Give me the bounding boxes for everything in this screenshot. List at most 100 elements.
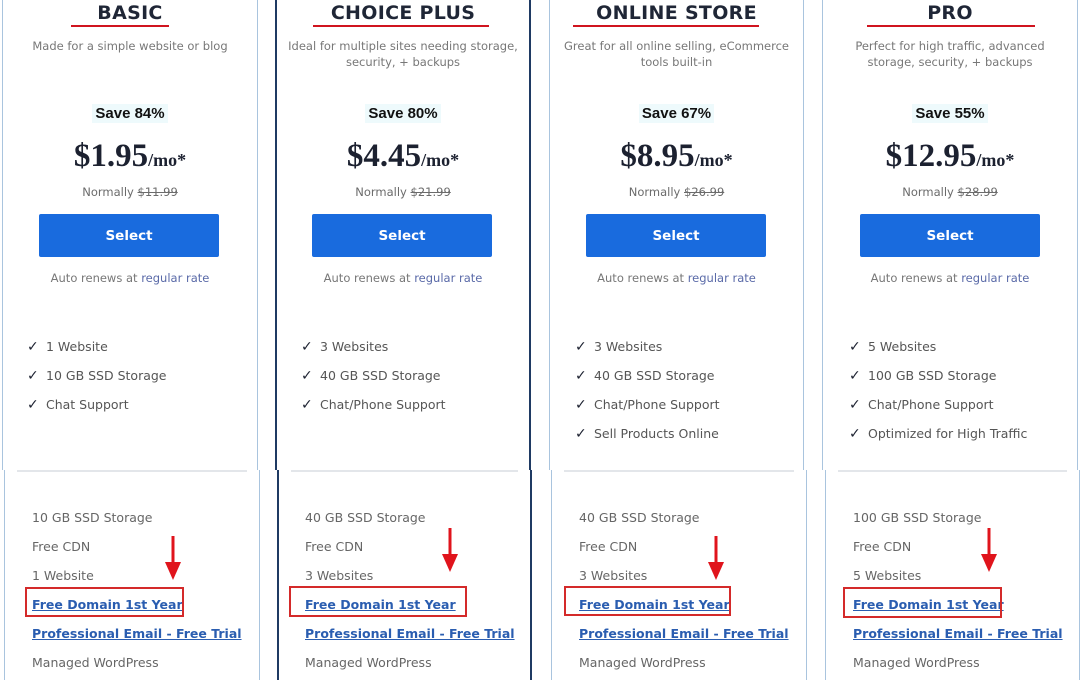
renew-note: Auto renews at regular rate: [597, 271, 756, 285]
detail-item: Free CDN: [32, 539, 91, 554]
regular-rate-link[interactable]: regular rate: [141, 271, 209, 285]
plan-name: CHOICE PLUS: [330, 2, 476, 24]
detail-item: 5 Websites: [853, 568, 922, 583]
plan-details-basic: 10 GB SSD Storage Free CDN 1 Website Fre…: [4, 470, 260, 680]
plan-name-underline: [573, 25, 759, 27]
normal-price: Normally $21.99: [355, 185, 451, 199]
highlight-box: [25, 587, 184, 617]
checkmark-icon: ✓: [27, 338, 39, 355]
plan-details-online-store: 40 GB SSD Storage Free CDN 3 Websites Fr…: [551, 470, 807, 680]
feature-item: ✓ Chat/Phone Support: [301, 396, 446, 413]
plan-name: ONLINE STORE: [596, 2, 757, 24]
regular-rate-link[interactable]: regular rate: [414, 271, 482, 285]
feature-item: ✓ 40 GB SSD Storage: [301, 367, 441, 384]
savings-badge: Save 80%: [277, 103, 529, 123]
checkmark-icon: ✓: [849, 367, 861, 384]
renew-note: Auto renews at regular rate: [50, 271, 210, 285]
feature-item: ✓ 3 Websites: [575, 338, 663, 355]
professional-email-link[interactable]: Professional Email - Free Trial: [305, 619, 515, 648]
feature-list: ✓ 3 Websites ✓ 40 GB SSD Storage ✓ Chat/Pho…: [575, 332, 720, 448]
select-pro-button[interactable]: Select: [860, 214, 1040, 257]
feature-item: ✓ 40 GB SSD Storage: [575, 367, 715, 384]
checkmark-icon: ✓: [575, 367, 587, 384]
detail-item: 100 GB SSD Storage: [853, 510, 982, 525]
detail-item: Managed WordPress: [32, 655, 159, 670]
plan-card-basic: BASIC Made for a simple website or blog …: [2, 0, 258, 470]
plan-name-underline: [71, 25, 169, 27]
plan-price: $1.95/mo*: [73, 138, 187, 174]
plan-description: Perfect for high traffic, advanced stora…: [855, 39, 1045, 69]
regular-rate-link[interactable]: regular rate: [688, 271, 756, 285]
checkmark-icon: ✓: [575, 338, 587, 355]
plan-description: Ideal for multiple sites needing storage…: [288, 39, 518, 69]
feature-item: ✓ 3 Websites: [301, 338, 389, 355]
plan-description: Made for a simple website or blog: [32, 39, 228, 53]
feature-item: ✓ Chat/Phone Support: [849, 396, 994, 413]
feature-item: ✓ 100 GB SSD Storage: [849, 367, 997, 384]
plan-details-choice-plus: 40 GB SSD Storage Free CDN 3 Websites Fr…: [277, 470, 532, 680]
feature-list: ✓ 3 Websites ✓ 40 GB SSD Storage ✓ Chat/Pho…: [301, 332, 446, 419]
feature-item: ✓ Optimized for High Traffic: [849, 425, 1028, 442]
savings-badge: Save 84%: [3, 103, 257, 123]
red-down-arrow-icon: [442, 528, 458, 572]
plan-card-choice-plus: CHOICE PLUS Ideal for multiple sites nee…: [275, 0, 531, 470]
divider: [291, 470, 518, 472]
checkmark-icon: ✓: [301, 367, 313, 384]
plan-description: Great for all online selling, eCommerce …: [563, 39, 789, 69]
savings-badge: Save 55%: [823, 103, 1077, 123]
plan-card-online-store: ONLINE STORE Great for all online sellin…: [549, 0, 804, 470]
plan-name: PRO: [927, 2, 973, 24]
feature-item: ✓ 10 GB SSD Storage: [27, 367, 167, 384]
feature-item: ✓ 1 Website: [27, 338, 108, 355]
normal-price: Normally $26.99: [628, 185, 725, 199]
feature-item: ✓ 5 Websites: [849, 338, 937, 355]
red-down-arrow-icon: [165, 536, 181, 580]
detail-item: 10 GB SSD Storage: [32, 510, 153, 525]
checkmark-icon: ✓: [27, 367, 39, 384]
red-down-arrow-icon: [708, 536, 724, 580]
detail-item: Managed WordPress: [305, 655, 432, 670]
plan-price: $12.95/mo*: [885, 138, 1015, 174]
detail-item: 40 GB SSD Storage: [305, 510, 426, 525]
detail-item: 40 GB SSD Storage: [579, 510, 700, 525]
renew-note: Auto renews at regular rate: [870, 271, 1030, 285]
professional-email-link[interactable]: Professional Email - Free Trial: [32, 619, 242, 648]
regular-rate-link[interactable]: regular rate: [961, 271, 1029, 285]
checkmark-icon: ✓: [849, 425, 861, 442]
highlight-box: [564, 586, 731, 616]
detail-item: Free CDN: [579, 539, 638, 554]
professional-email-link[interactable]: Professional Email - Free Trial: [579, 619, 789, 648]
select-online-store-button[interactable]: Select: [586, 214, 766, 257]
highlight-box: [843, 587, 1002, 618]
checkmark-icon: ✓: [27, 396, 39, 413]
detail-item: Free CDN: [305, 539, 364, 554]
red-down-arrow-icon: [981, 528, 997, 572]
savings-badge: Save 67%: [550, 103, 803, 123]
highlight-box: [289, 586, 467, 617]
divider: [564, 470, 794, 472]
feature-item: ✓ Sell Products Online: [575, 425, 719, 442]
plan-details-pro: 100 GB SSD Storage Free CDN 5 Websites F…: [825, 470, 1080, 680]
divider: [17, 470, 247, 472]
feature-item: ✓ Chat/Phone Support: [575, 396, 720, 413]
plan-name-underline: [313, 25, 489, 27]
plan-price: $8.95/mo*: [620, 138, 733, 174]
checkmark-icon: ✓: [575, 396, 587, 413]
checkmark-icon: ✓: [301, 338, 313, 355]
plan-card-pro: PRO Perfect for high traffic, advanced s…: [822, 0, 1078, 470]
professional-email-link[interactable]: Professional Email - Free Trial: [853, 619, 1063, 648]
feature-item: ✓ Chat Support: [27, 396, 129, 413]
plan-price: $4.45/mo*: [346, 138, 460, 174]
checkmark-icon: ✓: [849, 338, 861, 355]
renew-note: Auto renews at regular rate: [323, 271, 483, 285]
detail-item: Free CDN: [853, 539, 912, 554]
checkmark-icon: ✓: [849, 396, 861, 413]
divider: [838, 470, 1067, 472]
checkmark-icon: ✓: [575, 425, 587, 442]
feature-list: ✓ 1 Website ✓ 10 GB SSD Storage ✓ Chat Supp…: [27, 332, 167, 419]
detail-item: Managed WordPress: [579, 655, 706, 670]
select-basic-button[interactable]: Select: [39, 214, 219, 257]
normal-price: Normally $11.99: [82, 185, 178, 199]
select-choice-plus-button[interactable]: Select: [312, 214, 492, 257]
detail-item: 1 Website: [32, 568, 94, 583]
